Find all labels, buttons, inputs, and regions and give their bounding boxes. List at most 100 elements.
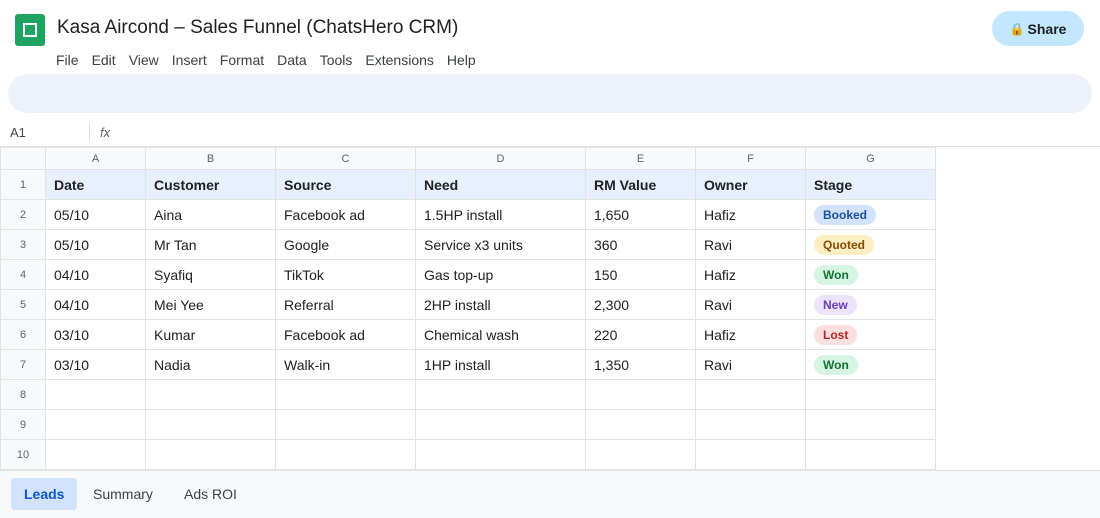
row-header[interactable]: 1 (0, 169, 46, 200)
column-header-c[interactable]: C (275, 147, 416, 170)
empty-cell[interactable] (415, 409, 586, 440)
row-header[interactable]: 3 (0, 229, 46, 260)
column-header-g[interactable]: G (805, 147, 936, 170)
empty-cell[interactable] (145, 409, 276, 440)
row-header[interactable]: 7 (0, 349, 46, 380)
empty-cell[interactable] (145, 379, 276, 410)
header-cell[interactable]: Date (45, 169, 146, 200)
stage-cell[interactable]: Won (805, 259, 936, 290)
select-all-corner[interactable] (0, 147, 46, 170)
name-box[interactable]: A1 (10, 125, 26, 140)
row-header[interactable]: 4 (0, 259, 46, 290)
data-cell[interactable]: 1,650 (585, 199, 696, 230)
sheet-tab-leads[interactable]: Leads (11, 478, 78, 510)
menu-item-edit[interactable]: Edit (92, 52, 116, 68)
data-cell[interactable]: Hafiz (695, 259, 806, 290)
empty-cell[interactable] (585, 409, 696, 440)
menu-item-insert[interactable]: Insert (172, 52, 207, 68)
document-title[interactable]: Kasa Aircond – Sales Funnel (ChatsHero C… (57, 17, 458, 39)
empty-cell[interactable] (585, 379, 696, 410)
row-header[interactable]: 6 (0, 319, 46, 350)
row-header[interactable]: 8 (0, 379, 46, 410)
column-header-b[interactable]: B (145, 147, 276, 170)
data-cell[interactable]: Google (275, 229, 416, 260)
empty-cell[interactable] (585, 439, 696, 470)
data-cell[interactable]: 1,350 (585, 349, 696, 380)
data-cell[interactable]: Facebook ad (275, 199, 416, 230)
empty-cell[interactable] (695, 439, 806, 470)
sheet-tab-summary[interactable]: Summary (80, 478, 166, 510)
column-header-a[interactable]: A (45, 147, 146, 170)
stage-cell[interactable]: New (805, 289, 936, 320)
sheet-tab-ads-roi[interactable]: Ads ROI (171, 478, 250, 510)
row-header[interactable]: 2 (0, 199, 46, 230)
data-cell[interactable]: 04/10 (45, 259, 146, 290)
data-cell[interactable]: 1HP install (415, 349, 586, 380)
empty-cell[interactable] (415, 379, 586, 410)
row-header[interactable]: 10 (0, 439, 46, 470)
data-cell[interactable]: 05/10 (45, 229, 146, 260)
data-cell[interactable]: 2HP install (415, 289, 586, 320)
data-cell[interactable]: 03/10 (45, 349, 146, 380)
empty-cell[interactable] (275, 379, 416, 410)
empty-cell[interactable] (805, 409, 936, 440)
header-cell[interactable]: RM Value (585, 169, 696, 200)
empty-cell[interactable] (805, 379, 936, 410)
data-cell[interactable]: 03/10 (45, 319, 146, 350)
data-cell[interactable]: Kumar (145, 319, 276, 350)
data-cell[interactable]: Chemical wash (415, 319, 586, 350)
data-cell[interactable]: Ravi (695, 229, 806, 260)
data-cell[interactable]: 05/10 (45, 199, 146, 230)
stage-cell[interactable]: Quoted (805, 229, 936, 260)
sheets-logo-icon[interactable] (15, 14, 45, 46)
empty-cell[interactable] (45, 379, 146, 410)
data-cell[interactable]: Hafiz (695, 199, 806, 230)
data-cell[interactable]: Ravi (695, 349, 806, 380)
data-cell[interactable]: Mr Tan (145, 229, 276, 260)
data-cell[interactable]: 360 (585, 229, 696, 260)
data-cell[interactable]: 150 (585, 259, 696, 290)
menu-item-help[interactable]: Help (447, 52, 476, 68)
empty-cell[interactable] (695, 409, 806, 440)
data-cell[interactable]: Nadia (145, 349, 276, 380)
header-cell[interactable]: Customer (145, 169, 276, 200)
data-cell[interactable]: TikTok (275, 259, 416, 290)
data-cell[interactable]: Aina (145, 199, 276, 230)
data-cell[interactable]: Gas top-up (415, 259, 586, 290)
data-cell[interactable]: 220 (585, 319, 696, 350)
empty-cell[interactable] (695, 379, 806, 410)
column-header-f[interactable]: F (695, 147, 806, 170)
header-cell[interactable]: Need (415, 169, 586, 200)
data-cell[interactable]: Facebook ad (275, 319, 416, 350)
data-cell[interactable]: 1.5HP install (415, 199, 586, 230)
empty-cell[interactable] (805, 439, 936, 470)
data-cell[interactable]: Mei Yee (145, 289, 276, 320)
share-button[interactable]: 🔒 Share (992, 11, 1084, 46)
stage-cell[interactable]: Booked (805, 199, 936, 230)
header-cell[interactable]: Stage (805, 169, 936, 200)
menu-item-data[interactable]: Data (277, 52, 307, 68)
data-cell[interactable]: 2,300 (585, 289, 696, 320)
menu-item-format[interactable]: Format (220, 52, 264, 68)
empty-cell[interactable] (145, 439, 276, 470)
column-header-d[interactable]: D (415, 147, 586, 170)
stage-cell[interactable]: Won (805, 349, 936, 380)
header-cell[interactable]: Owner (695, 169, 806, 200)
data-cell[interactable]: Ravi (695, 289, 806, 320)
column-header-e[interactable]: E (585, 147, 696, 170)
row-header[interactable]: 5 (0, 289, 46, 320)
menu-item-extensions[interactable]: Extensions (365, 52, 433, 68)
data-cell[interactable]: 04/10 (45, 289, 146, 320)
data-cell[interactable]: Hafiz (695, 319, 806, 350)
empty-cell[interactable] (275, 409, 416, 440)
empty-cell[interactable] (415, 439, 586, 470)
empty-cell[interactable] (275, 439, 416, 470)
data-cell[interactable]: Referral (275, 289, 416, 320)
menu-item-view[interactable]: View (129, 52, 159, 68)
data-cell[interactable]: Walk-in (275, 349, 416, 380)
empty-cell[interactable] (45, 439, 146, 470)
data-cell[interactable]: Syafiq (145, 259, 276, 290)
header-cell[interactable]: Source (275, 169, 416, 200)
menu-item-tools[interactable]: Tools (320, 52, 353, 68)
empty-cell[interactable] (45, 409, 146, 440)
